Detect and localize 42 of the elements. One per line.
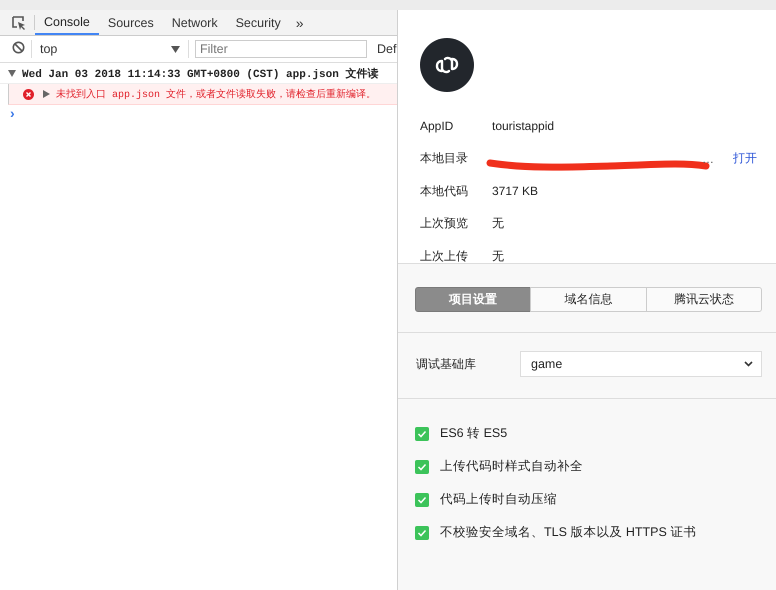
directory-path: …	[702, 152, 714, 166]
context-select[interactable]: top	[31, 40, 189, 58]
filter-field[interactable]: Filter	[195, 40, 367, 58]
panel-tab[interactable]: Console	[35, 10, 99, 35]
option-label: ES6 转 ES5	[440, 425, 508, 442]
info-label: 上次上传	[420, 248, 469, 265]
open-link[interactable]: 打开	[733, 150, 757, 168]
expanded-arrow-icon[interactable]	[8, 69, 16, 77]
error-icon	[23, 88, 34, 100]
option-label: 代码上传时自动压缩	[440, 491, 557, 508]
library-select[interactable]: game	[520, 351, 762, 377]
log-group-title: Wed Jan 03 2018 11:14:33 GMT+0800 (CST) app.json 文件读	[22, 66, 378, 80]
library-label: 调试基础库	[416, 356, 477, 372]
console-prompt[interactable]: ›	[0, 105, 397, 121]
collapsed-arrow-icon[interactable]	[42, 90, 50, 98]
option-label: 不校验安全域名、TLS 版本以及 HTTPS 证书	[440, 524, 696, 541]
info-value: touristappid	[492, 119, 554, 134]
checkbox[interactable]	[415, 492, 429, 506]
caret-icon	[171, 46, 180, 53]
checkbox[interactable]	[415, 460, 429, 474]
info-label: 上次预览	[420, 215, 469, 232]
inspect-icon[interactable]	[12, 16, 26, 30]
info-label: 本地目录	[420, 150, 469, 168]
settings-tab[interactable]: 域名信息	[530, 287, 647, 312]
clear-icon[interactable]	[12, 41, 25, 54]
info-value: 3717 KB	[492, 184, 538, 198]
panel-tab[interactable]: Network	[162, 10, 227, 35]
levels-dropdown[interactable]: Def	[377, 42, 396, 56]
more-tabs-button[interactable]: »	[290, 10, 310, 35]
panel-tab[interactable]: Sources	[98, 10, 163, 35]
info-label: 本地代码	[420, 182, 469, 200]
checkbox[interactable]	[415, 426, 429, 440]
info-value: 无	[492, 216, 504, 230]
app-logo	[420, 38, 474, 92]
settings-tab[interactable]: 腾讯云状态	[646, 287, 762, 312]
info-label: AppID	[420, 119, 454, 134]
info-value: 无	[492, 248, 504, 263]
checkbox[interactable]	[415, 526, 429, 540]
error-message: 未找到入口 app.json 文件，或者文件读取失败，请检查后重新编译。	[56, 88, 376, 101]
option-label: 上传代码时样式自动补全	[440, 458, 583, 475]
panel-tab[interactable]: Security	[226, 10, 290, 35]
chevron-icon	[744, 361, 753, 367]
